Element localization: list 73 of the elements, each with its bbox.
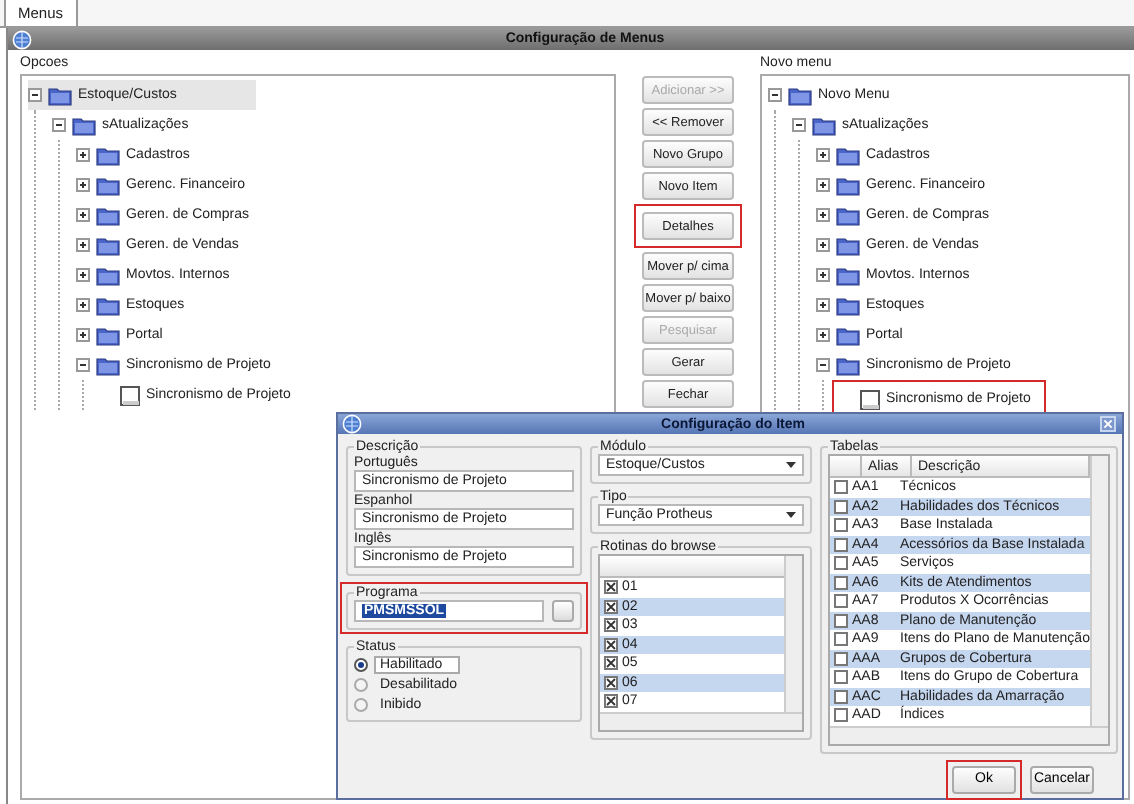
collapse-icon[interactable] [52,118,66,132]
folder-icon [836,145,860,165]
checkbox[interactable] [834,651,848,666]
horizontal-scrollbar[interactable] [830,725,1108,743]
checkbox[interactable] [834,480,848,495]
checkbox[interactable] [834,594,848,609]
collapse-icon[interactable] [28,88,42,102]
expand-icon[interactable] [816,178,830,192]
folder-icon [96,235,120,255]
document-icon [120,385,140,405]
expand-icon[interactable] [76,268,90,282]
checkbox[interactable] [604,656,618,671]
checkbox[interactable] [834,689,848,704]
expand-icon[interactable] [816,328,830,342]
expand-icon[interactable] [76,178,90,192]
folder-icon [836,325,860,345]
expand-icon[interactable] [76,298,90,312]
collapse-icon[interactable] [76,358,90,372]
collapse-icon[interactable] [792,118,806,132]
checkbox[interactable] [604,599,618,614]
checkbox[interactable] [834,499,848,514]
expand-icon[interactable] [76,148,90,162]
expand-icon[interactable] [816,148,830,162]
folder-icon [96,175,120,195]
checkbox[interactable] [604,675,618,690]
globe-icon [342,414,362,434]
checkbox[interactable] [604,618,618,633]
folder-icon [96,265,120,285]
dropdown-arrow-icon [786,461,796,469]
vertical-scrollbar[interactable] [1089,456,1108,725]
checkbox[interactable] [834,670,848,685]
folder-icon [836,175,860,195]
checkbox[interactable] [604,580,618,595]
checkbox[interactable] [604,694,618,709]
vertical-scrollbar[interactable] [784,556,802,711]
horizontal-scrollbar[interactable] [600,711,802,729]
folder-icon [812,115,836,135]
collapse-icon[interactable] [768,88,782,102]
folder-icon [836,235,860,255]
checkbox[interactable] [834,537,848,552]
radio-button[interactable] [354,697,368,711]
folder-icon [96,355,120,375]
checkbox[interactable] [834,575,848,590]
folder-icon [788,85,812,105]
expand-icon[interactable] [816,208,830,222]
folder-icon [836,205,860,225]
checkbox[interactable] [834,708,848,723]
folder-icon [836,295,860,315]
expand-icon[interactable] [816,298,830,312]
folder-icon [836,265,860,285]
folder-icon [48,85,72,105]
checkbox[interactable] [834,613,848,628]
folder-icon [72,115,96,135]
folder-icon [836,355,860,375]
checkbox[interactable] [834,556,848,571]
dropdown-arrow-icon [786,511,796,519]
document-icon [860,389,880,409]
expand-icon[interactable] [76,238,90,252]
checkbox[interactable] [834,518,848,533]
radio-button[interactable] [354,677,368,691]
expand-icon[interactable] [76,208,90,222]
folder-icon [96,325,120,345]
radio-button[interactable] [354,657,368,671]
collapse-icon[interactable] [816,358,830,372]
close-icon[interactable] [1100,416,1116,432]
expand-icon[interactable] [816,238,830,252]
folder-icon [96,295,120,315]
folder-icon [96,205,120,225]
checkbox[interactable] [604,637,618,652]
expand-icon[interactable] [76,328,90,342]
folder-icon [96,145,120,165]
expand-icon[interactable] [816,268,830,282]
checkbox[interactable] [834,632,848,647]
